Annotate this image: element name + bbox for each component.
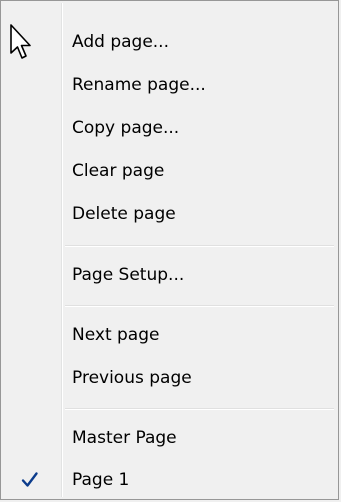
menu-item-previous-page[interactable]: Previous page [3,357,336,399]
menu-item-add-page[interactable]: Add page... [3,21,336,63]
menu-item-label: Clear page [72,161,165,181]
context-menu: Add page... Rename page... Copy page... … [0,0,339,500]
menu-item-clear-page[interactable]: Clear page [3,150,336,192]
menu-item-label: Add page... [72,32,169,52]
menu-item-label: Next page [72,325,160,345]
menu-item-label: Previous page [72,368,192,388]
menu-item-delete-page[interactable]: Delete page [3,193,336,235]
menu-item-label: Copy page... [72,118,180,138]
menu-item-label: Rename page... [72,75,206,95]
menu-item-label: Page Setup... [72,265,185,285]
menu-item-page-1[interactable]: Page 1 [3,459,336,501]
menu-item-label: Delete page [72,204,176,224]
menu-item-next-page[interactable]: Next page [3,314,336,356]
menu-separator [65,305,334,307]
menu-item-label: Master Page [72,428,177,448]
menu-item-copy-page[interactable]: Copy page... [3,107,336,149]
menu-separator [65,408,334,410]
menu-item-rename-page[interactable]: Rename page... [3,64,336,106]
menu-item-label: Page 1 [72,470,130,490]
menu-item-master-page[interactable]: Master Page [3,417,336,459]
checkmark-icon [21,472,38,487]
menu-separator [65,245,334,247]
menu-item-page-setup[interactable]: Page Setup... [3,254,336,296]
